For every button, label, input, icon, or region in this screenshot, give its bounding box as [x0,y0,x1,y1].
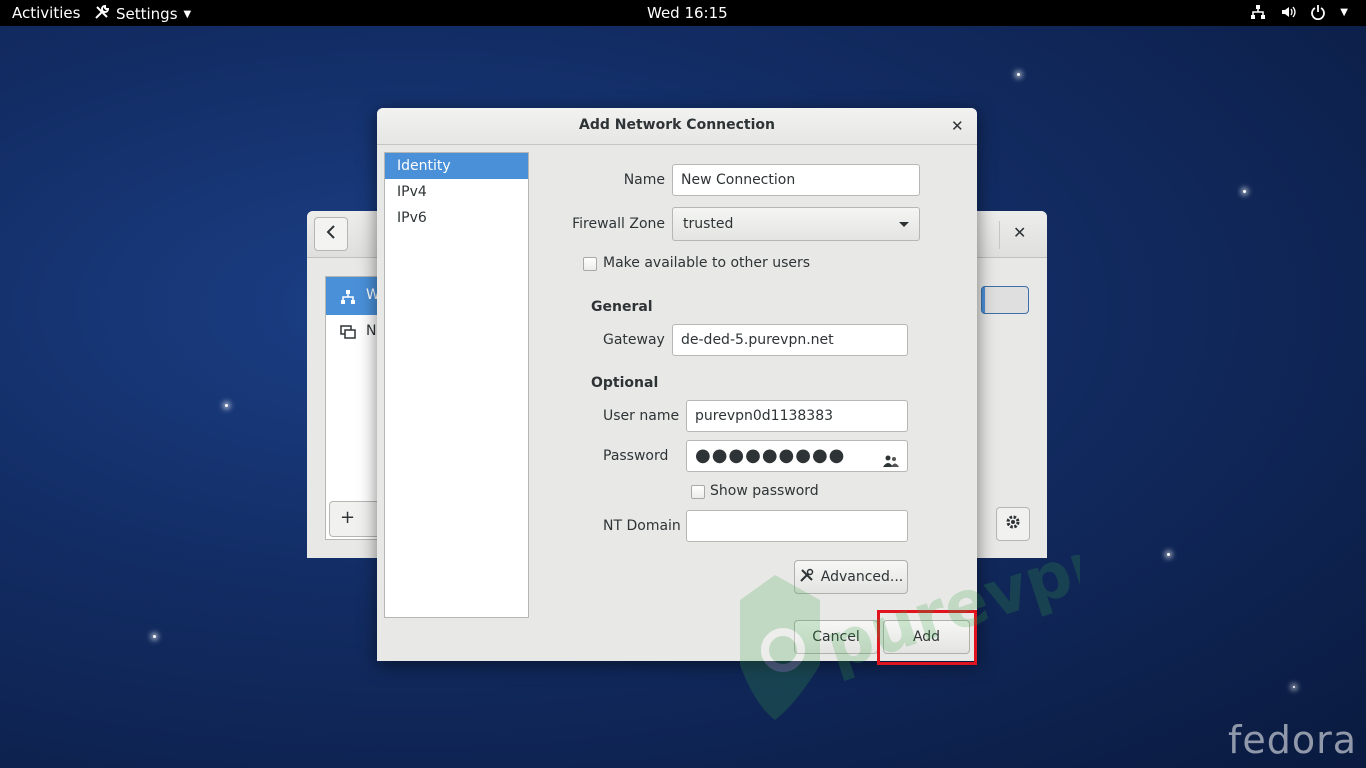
fedora-logo: fedora [1228,718,1358,762]
nt-domain-label: NT Domain [603,518,681,534]
volume-icon [1280,4,1296,20]
vpn-computer-icon [340,324,356,344]
settings-button[interactable] [996,507,1030,541]
top-bar: Activities Settings ▼ Wed 16:15 ▼ [0,0,1366,26]
tools-icon [799,567,815,587]
close-icon[interactable]: ✕ [951,117,964,135]
app-menu-label: Settings [116,5,178,23]
name-label: Name [623,172,665,188]
caret-down-icon: ▼ [183,8,192,20]
gear-icon [1005,514,1021,534]
sidebar-item-identity[interactable]: Identity [385,153,528,179]
network-wired-icon [340,289,356,309]
show-password-checkbox[interactable] [691,485,705,499]
password-field[interactable]: ●●●●●●●●● [686,440,908,472]
star [153,635,156,638]
add-icon[interactable]: + [340,507,355,528]
cancel-button[interactable]: Cancel [794,620,878,654]
star [1243,190,1246,193]
add-button-highlight [877,610,977,665]
gateway-field[interactable]: de-ded-5.purevpn.net [672,324,908,356]
make-available-label[interactable]: Make available to other users [603,255,810,271]
power-icon [1310,4,1326,20]
gateway-label: Gateway [603,332,665,348]
network-wired-icon [1250,4,1266,20]
system-status-area[interactable]: ▼ [1250,4,1348,20]
general-heading: General [591,299,653,315]
star [1167,553,1170,556]
password-label: Password [603,448,669,464]
dialog-title: Add Network Connection [579,117,775,133]
close-icon[interactable]: ✕ [1013,223,1026,242]
caret-down-icon: ▼ [1340,6,1348,18]
connection-switch[interactable] [981,286,1029,314]
device-list-item-label: N [366,323,377,339]
optional-heading: Optional [591,375,659,391]
firewall-zone-dropdown[interactable]: trusted [672,207,920,241]
chevron-left-icon [326,225,336,243]
username-field[interactable]: purevpn0d1138383 [686,400,908,432]
make-available-checkbox[interactable] [583,257,597,271]
list-add-remove-buttons: + [329,501,381,537]
sidebar-item-ipv4[interactable]: IPv4 [385,179,528,205]
back-button[interactable] [314,217,348,251]
tools-icon [94,4,110,24]
nt-domain-field[interactable] [686,510,908,542]
username-label: User name [603,408,680,424]
advanced-button[interactable]: Advanced... [794,560,908,594]
password-value: ●●●●●●●●● [695,445,846,466]
star [1293,686,1295,688]
users-icon[interactable] [883,449,899,471]
caret-down-icon [899,222,909,227]
clock[interactable]: Wed 16:15 [647,4,728,22]
activities-button[interactable]: Activities [12,4,80,22]
dialog-header: Add Network Connection ✕ [377,108,977,145]
add-network-connection-dialog: Add Network Connection ✕ Identity IPv4 I… [377,108,977,661]
header-separator [999,221,1000,249]
sidebar-item-ipv6[interactable]: IPv6 [385,205,528,231]
star [225,404,228,407]
app-menu-settings[interactable]: Settings ▼ [94,4,191,24]
name-field[interactable]: New Connection [672,164,920,196]
star [1017,73,1020,76]
dialog-sidebar: Identity IPv4 IPv6 [384,152,529,618]
firewall-zone-value: trusted [683,216,734,232]
show-password-label[interactable]: Show password [710,483,819,499]
advanced-button-label: Advanced... [820,569,904,585]
firewall-zone-label: Firewall Zone [572,216,665,232]
